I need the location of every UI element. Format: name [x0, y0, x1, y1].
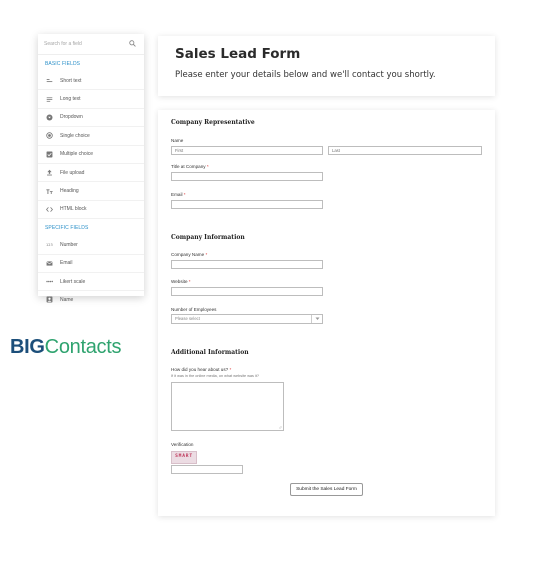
- hear-about-label: How did you hear about us? *: [171, 367, 232, 372]
- title-at-company-label: Title at Company *: [171, 164, 209, 169]
- email-label: Email *: [171, 192, 186, 197]
- required-mark: *: [205, 252, 208, 257]
- basic-fields-title: BASIC FIELDS: [45, 61, 81, 67]
- palette-item-email[interactable]: Email: [38, 255, 144, 273]
- section-title-company-information: Company Information: [171, 234, 245, 241]
- website-label: Website *: [171, 279, 191, 284]
- palette-item-label: Number: [60, 241, 78, 248]
- palette-item-likert-scale[interactable]: Likert scale: [38, 273, 144, 292]
- required-mark: *: [229, 367, 232, 372]
- name-icon: [46, 296, 53, 303]
- palette-item-name[interactable]: Name: [38, 291, 144, 308]
- palette-item-html-block[interactable]: HTML block: [38, 201, 144, 220]
- palette-item-label: Name: [60, 296, 74, 303]
- form-card: Company Representative Name Title at Com…: [158, 110, 495, 516]
- logo-contacts: Contacts: [44, 336, 122, 358]
- short-text-icon: [46, 77, 53, 84]
- form-subtitle: Please enter your details below and we'l…: [175, 70, 436, 80]
- verification-label: Verification: [171, 442, 194, 447]
- section-title-additional-information: Additional Information: [171, 349, 249, 356]
- bigcontacts-logo: BIGContacts: [10, 336, 122, 358]
- heading-icon: [46, 188, 53, 195]
- hear-about-textarea[interactable]: [171, 382, 284, 431]
- form-header-card: Sales Lead Form Please enter your detail…: [158, 36, 495, 96]
- palette-item-heading[interactable]: Heading: [38, 182, 144, 201]
- search-icon[interactable]: [129, 40, 136, 47]
- palette-item-dropdown[interactable]: Dropdown: [38, 109, 144, 128]
- employees-select[interactable]: Please select: [171, 314, 323, 324]
- palette-item-label: Long text: [60, 96, 81, 103]
- palette-item-short-text[interactable]: Short text: [38, 72, 144, 91]
- radio-icon: [46, 132, 53, 140]
- palette-item-label: Single choice: [60, 132, 90, 139]
- name-label: Name: [171, 138, 184, 143]
- field-search-input[interactable]: [44, 39, 124, 49]
- specific-fields-title: SPECIFIC FIELDS: [45, 225, 89, 232]
- website-input[interactable]: [171, 287, 323, 296]
- required-mark: *: [206, 164, 209, 169]
- palette-item-label: Short text: [60, 77, 82, 84]
- required-mark: *: [188, 279, 191, 284]
- long-text-icon: [46, 96, 53, 103]
- submit-button[interactable]: Submit the Sales Lead Form: [290, 483, 363, 496]
- company-name-label: Company Name *: [171, 252, 208, 257]
- code-icon: [46, 206, 53, 213]
- dropdown-icon: [46, 114, 53, 121]
- email-icon: [46, 260, 53, 267]
- palette-item-label: Heading: [60, 188, 79, 195]
- captcha-image: SMART: [171, 451, 197, 464]
- first-name-input[interactable]: [171, 146, 323, 155]
- upload-icon: [46, 169, 53, 176]
- hear-about-hint: If it was in the online media, on what w…: [171, 374, 260, 378]
- checkbox-icon: [46, 151, 53, 158]
- employees-select-value: Please select: [175, 316, 200, 321]
- section-title-representative: Company Representative: [171, 119, 255, 126]
- palette-item-number[interactable]: 123 Number: [38, 236, 144, 255]
- field-palette: BASIC FIELDS Short text Long text Dropdo…: [38, 34, 144, 303]
- resize-handle-icon[interactable]: [278, 425, 282, 429]
- palette-item-label: Dropdown: [60, 114, 83, 121]
- likert-icon: [46, 278, 53, 285]
- palette-item-label: File upload: [60, 169, 85, 176]
- svg-text:123: 123: [46, 243, 53, 247]
- palette-item-multiple-choice[interactable]: Multiple choice: [38, 146, 144, 164]
- palette-item-label: Multiple choice: [60, 151, 94, 158]
- palette-item-long-text[interactable]: Long text: [38, 90, 144, 109]
- title-at-company-input[interactable]: [171, 172, 323, 181]
- company-name-input[interactable]: [171, 260, 323, 269]
- last-name-input[interactable]: [328, 146, 482, 155]
- chevron-down-icon: [311, 315, 322, 323]
- palette-item-label: Likert scale: [60, 278, 86, 285]
- field-search: [38, 34, 144, 55]
- palette-item-file-upload[interactable]: File upload: [38, 164, 144, 183]
- verification-input[interactable]: [171, 465, 243, 474]
- logo-big: BIG: [10, 336, 45, 358]
- palette-item-label: HTML block: [60, 206, 87, 213]
- employees-label: Number of Employees: [171, 307, 217, 312]
- form-title: Sales Lead Form: [175, 46, 301, 62]
- palette-item-single-choice[interactable]: Single choice: [38, 127, 144, 146]
- required-mark: *: [183, 192, 186, 197]
- email-input[interactable]: [171, 200, 323, 209]
- number-icon: 123: [46, 241, 53, 248]
- palette-item-label: Email: [60, 260, 73, 267]
